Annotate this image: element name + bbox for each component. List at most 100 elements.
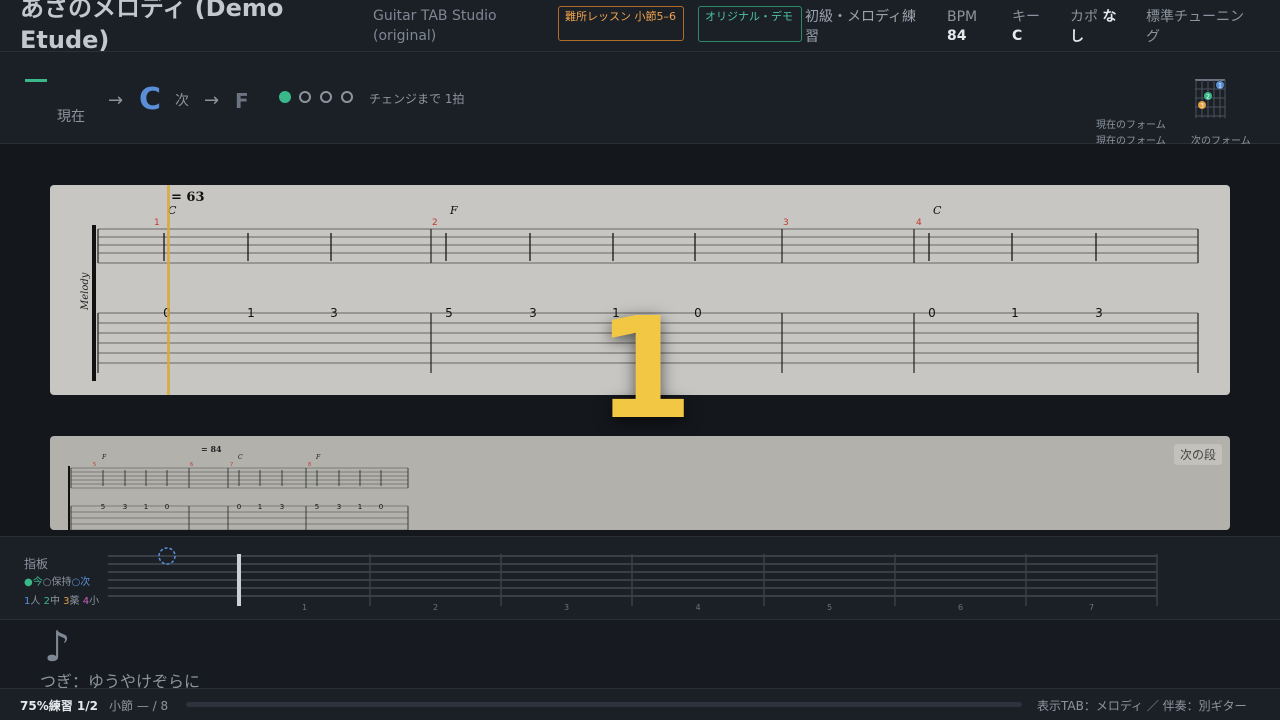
tab-fret-number: 3 (529, 306, 537, 320)
current-chord: C (139, 82, 162, 117)
nut (237, 554, 241, 606)
fret-number: 5 (827, 603, 832, 612)
fret-number: 1 (302, 603, 307, 612)
staff-label: Melody (80, 272, 91, 311)
measure-counter: 小節 — / 8 (109, 699, 169, 713)
legend-hold: ○保持 (42, 577, 72, 588)
level-label: 初級・メロディ練習 (805, 9, 917, 45)
next-measure-number: 8 (308, 462, 311, 468)
measure-number: 1 (154, 218, 160, 228)
chord-symbol: F (449, 204, 458, 217)
tempo-marking: = 63 (171, 190, 205, 205)
fret-number: 7 (1089, 603, 1094, 612)
current-form-label: 現在のフォーム (1096, 120, 1166, 131)
tab-fret-number: 3 (330, 306, 338, 320)
legend-now: ●今 (24, 577, 43, 588)
next-tab-fret-number: 5 (101, 503, 105, 511)
tab-fret-number: 1 (1011, 306, 1019, 320)
next-tab-fret-number: 3 (337, 503, 341, 511)
capo-info: カポ なし (1070, 7, 1130, 47)
current-marker (25, 79, 47, 82)
arrow-icon: → (204, 90, 220, 111)
form-finger-3: 3 (1200, 103, 1204, 110)
next-tab-fret-number: 1 (144, 503, 148, 511)
measure-number: 2 (432, 218, 438, 228)
next-staff[interactable]: = 84 5F531067C0138F5310 次の段 (50, 436, 1230, 530)
fret-number: 3 (564, 603, 569, 612)
next-tab-fret-number: 5 (315, 503, 319, 511)
next-tab-fret-number: 1 (258, 503, 262, 511)
app-name: Guitar TAB Studio (original) (373, 8, 497, 44)
fretboard-title: 指板 (24, 557, 49, 571)
tab-fret-number: 1 (247, 306, 255, 320)
next-measure-number: 6 (190, 462, 193, 468)
form-finger-1: 1 (1218, 83, 1222, 90)
next-chord-symbol: F (101, 454, 107, 461)
key-label: キー (1012, 9, 1040, 25)
measure-number: 4 (916, 218, 922, 228)
finger-1-name: 人 (30, 596, 41, 607)
fretboard-legend: ●今○保持○次 (24, 573, 90, 588)
bpm-label: BPM (947, 9, 978, 25)
next-section-button[interactable]: 次の段 (1173, 444, 1222, 465)
chord-bar: 現在 → C 次 → F チェンジまで 1拍 1 2 3 現在のフォーム 現在の… (0, 52, 1280, 147)
arrow-icon: → (108, 90, 124, 111)
next-tab-fret-number: 3 (123, 503, 127, 511)
finger-2-name: 中 (49, 596, 60, 607)
beat-indicator (279, 91, 291, 103)
playhead-cursor (167, 185, 170, 395)
system-bracket (92, 225, 96, 381)
fret-number: 4 (695, 603, 700, 612)
next-tab-fret-number: 0 (165, 503, 169, 511)
next-chord: F (235, 89, 249, 113)
tab-fret-number: 0 (928, 306, 936, 320)
next-chord-symbol: F (315, 454, 321, 461)
next-tempo-marking: = 84 (201, 444, 222, 454)
beat-indicator (341, 91, 353, 103)
fret-number: 2 (433, 603, 438, 612)
lyric-panel: ♪ つぎ：ゆうやけぞらに (0, 620, 1280, 691)
finger-legend: 1人 2中 3薬 4小 (24, 592, 99, 607)
tuning-label: 標準チューニング (1146, 9, 1244, 45)
chord-diagram-icon: 1 2 3 (1195, 79, 1226, 118)
key-value: C (1012, 28, 1023, 44)
next-label: 次 (175, 93, 189, 109)
tab-fret-number: 0 (694, 306, 702, 320)
finger-4-name: 小 (89, 596, 100, 607)
change-countdown: チェンジまで 1拍 (369, 92, 465, 106)
next-tab-fret-number: 1 (358, 503, 362, 511)
tab-fret-number: 5 (445, 306, 453, 320)
practice-status: 75%練習 1/2 (20, 699, 98, 713)
display-info: 表示TAB：メロディ ／ 伴奏：別ギター (1037, 699, 1247, 713)
next-tab-fret-number: 0 (379, 503, 383, 511)
next-staff-svg: = 84 5F5 3 1 06 7C0 1 38F5 3 1 0 (68, 444, 409, 530)
fret-number: 6 (958, 603, 963, 612)
difficult-section-badge[interactable]: 難所レッスン 小節5–6 (558, 6, 684, 41)
next-measure-number: 7 (230, 462, 233, 468)
beat-indicator (299, 91, 311, 103)
fretboard-panel: 指板 ●今○保持○次 1人 2中 3薬 4小 1 2 3 4 5 6 7 (0, 536, 1280, 620)
tab-fret-number: 3 (1095, 306, 1103, 320)
measure-number: 3 (783, 218, 789, 228)
progress-bar[interactable] (186, 702, 1022, 707)
fretboard-diagram: 1 2 3 4 5 6 7 (108, 547, 1158, 612)
next-tab-fret-number: 3 (280, 503, 284, 511)
chord-symbol: C (933, 204, 942, 217)
legend-next: ○次 (71, 577, 91, 588)
footer: 75%練習 1/2 小節 — / 8 表示TAB：メロディ ／ 伴奏：別ギター (0, 688, 1280, 720)
countdown-number: 1 (596, 288, 694, 451)
capo-label: カポ (1070, 9, 1098, 25)
next-chord-symbol: C (238, 454, 243, 461)
next-tab-fret-number: 0 (237, 503, 241, 511)
current-label: 現在 (57, 109, 85, 125)
beat-indicator (320, 91, 332, 103)
finger-3-name: 薬 (69, 596, 80, 607)
original-demo-badge: オリジナル・デモ (698, 6, 802, 42)
next-system-bracket (68, 466, 70, 530)
header: あさのメロディ (Demo Etude) Guitar TAB Studio (… (0, 0, 1280, 52)
music-note-icon: ♪ (44, 622, 71, 671)
bpm-value: 84 (947, 28, 967, 44)
song-title: あさのメロディ (Demo Etude) (20, 0, 284, 52)
next-measure-number: 5 (93, 462, 96, 468)
form-finger-2: 2 (1206, 94, 1210, 101)
